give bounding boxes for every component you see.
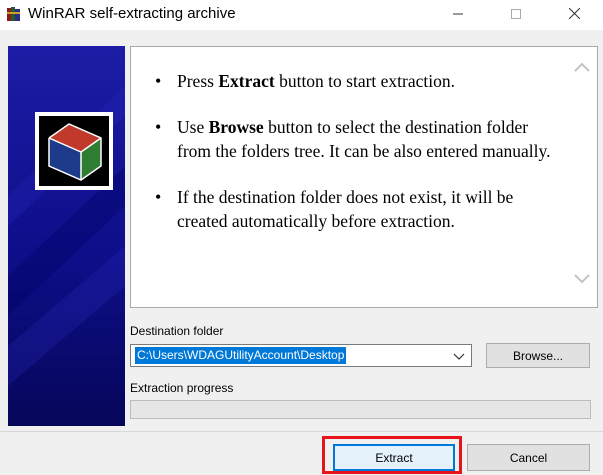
extraction-progress-label: Extraction progress — [130, 381, 234, 395]
close-button[interactable] — [545, 0, 603, 30]
destination-path-value[interactable]: C:\Users\WDAGUtilityAccount\Desktop — [135, 347, 347, 364]
chevron-up-icon[interactable] — [573, 61, 591, 76]
cancel-button[interactable]: Cancel — [467, 444, 590, 471]
maximize-icon — [511, 8, 521, 22]
instructions-text: Press Extract button to start extraction… — [131, 47, 567, 307]
instruction-item: Press Extract button to start extraction… — [155, 69, 557, 93]
extraction-progress-bar — [130, 400, 591, 419]
banner-decoration — [8, 86, 125, 386]
extract-button[interactable]: Extract — [333, 444, 455, 471]
instructions-panel[interactable]: Press Extract button to start extraction… — [130, 46, 598, 308]
winrar-box-logo-icon — [35, 112, 113, 190]
maximize-button[interactable] — [487, 0, 545, 30]
minimize-button[interactable] — [429, 0, 487, 30]
chevron-down-icon[interactable] — [453, 350, 465, 365]
destination-folder-input[interactable]: C:\Users\WDAGUtilityAccount\Desktop — [130, 344, 472, 367]
close-icon — [568, 7, 580, 22]
browse-button[interactable]: Browse... — [486, 343, 590, 368]
title-bar[interactable]: WinRAR self-extracting archive — [0, 0, 603, 30]
minimize-icon — [453, 8, 463, 22]
winrar-books-icon — [6, 6, 22, 22]
side-banner — [8, 46, 125, 426]
window-title: WinRAR self-extracting archive — [28, 5, 236, 22]
vertical-scrollbar[interactable] — [567, 47, 597, 307]
footer-divider — [0, 431, 603, 432]
chevron-down-icon[interactable] — [573, 273, 591, 288]
destination-folder-label: Destination folder — [130, 324, 224, 338]
instruction-item: Use Browse button to select the destinat… — [155, 115, 557, 163]
instruction-item: If the destination folder does not exist… — [155, 185, 557, 233]
